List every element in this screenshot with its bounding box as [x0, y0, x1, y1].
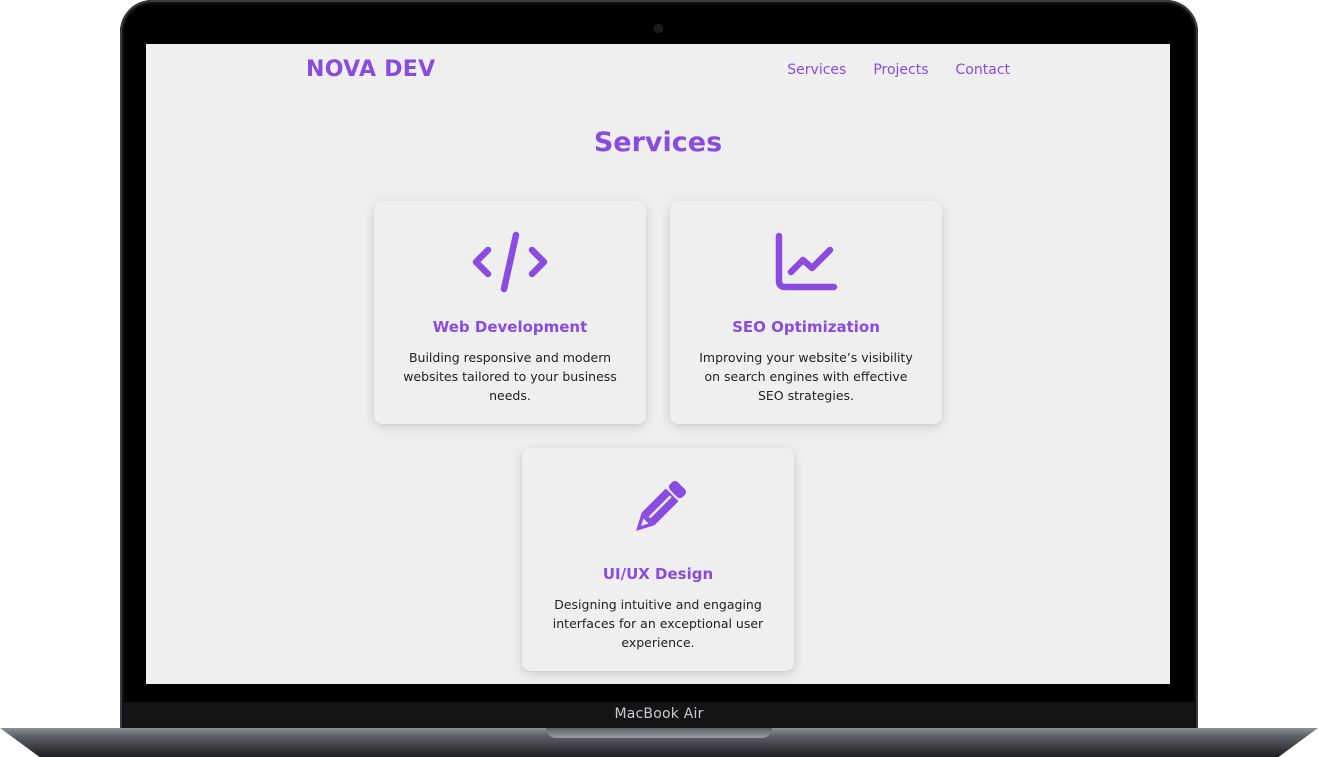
nav-link-contact[interactable]: Contact: [956, 62, 1010, 78]
service-card-title: Web Development: [432, 318, 588, 336]
laptop-hinge-notch: [546, 728, 772, 738]
service-card-description: Building responsive and modern websites …: [403, 350, 617, 403]
line-chart-icon: [670, 231, 942, 293]
macbook-mockup: MacBook Air NOVA DEV Services Projects C…: [0, 0, 1318, 757]
nav-link-services[interactable]: Services: [787, 62, 846, 78]
pencil-icon: [522, 478, 794, 540]
service-card-title: SEO Optimization: [732, 318, 880, 336]
service-card-description: Designing intuitive and engaging interfa…: [552, 597, 764, 650]
service-card-description: Improving your website’s visibility on s…: [699, 350, 913, 403]
services-heading: Services: [593, 127, 723, 158]
service-card-web-development: Web Development Building responsive and …: [374, 201, 646, 424]
camera-icon: [655, 25, 662, 32]
device-label: MacBook Air: [614, 706, 704, 722]
main-nav: Services Projects Contact: [787, 62, 1010, 78]
site-header: NOVA DEV Services Projects Contact: [146, 44, 1170, 96]
service-card-ui-ux-design: UI/UX Design Designing intuitive and eng…: [522, 448, 794, 671]
code-icon: [374, 231, 646, 293]
service-card-seo-optimization: SEO Optimization Improving your website’…: [670, 201, 942, 424]
website-screen: NOVA DEV Services Projects Contact Servi…: [146, 44, 1170, 684]
service-card-title: UI/UX Design: [602, 565, 714, 583]
site-logo[interactable]: NOVA DEV: [306, 57, 435, 82]
nav-link-projects[interactable]: Projects: [873, 62, 928, 78]
